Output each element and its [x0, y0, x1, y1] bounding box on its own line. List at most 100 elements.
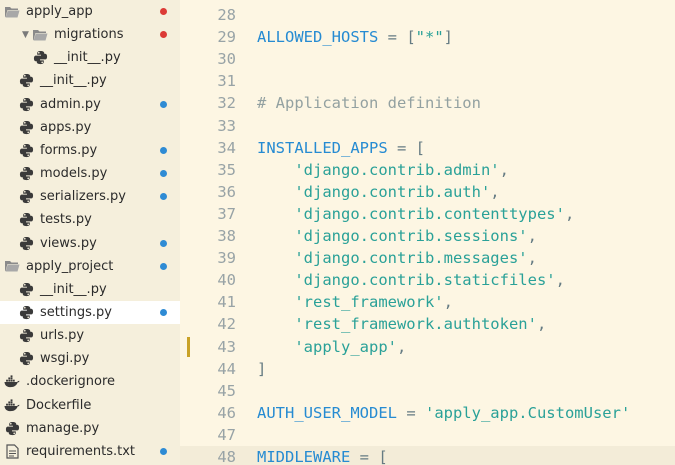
- file-tree-item[interactable]: apps.py: [0, 116, 180, 139]
- file-tree-item[interactable]: ▼ migrations: [0, 23, 180, 46]
- line-number: 40: [217, 271, 236, 290]
- code-line[interactable]: 34 INSTALLED_APPS = [: [180, 137, 675, 159]
- file-tree-item-label: urls.py: [40, 328, 85, 344]
- code-token: 'rest_framework.authtoken': [294, 315, 537, 334]
- code-line[interactable]: 37 'django.contrib.contenttypes',: [180, 203, 675, 225]
- file-tree-item[interactable]: requirements.txt: [0, 440, 180, 463]
- unsaved-changes-dot-icon: [160, 8, 167, 15]
- code-line[interactable]: 40 'django.contrib.staticfiles',: [180, 269, 675, 291]
- file-tree-item[interactable]: forms.py: [0, 139, 180, 162]
- code-token: 'apply_app': [294, 337, 397, 356]
- line-number: 29: [217, 28, 236, 47]
- file-tree-item-label: requirements.txt: [26, 443, 136, 459]
- file-tree-item[interactable]: tests.py: [0, 208, 180, 231]
- code-line[interactable]: 31: [180, 70, 675, 92]
- code-token: = [: [378, 28, 416, 47]
- python-file-icon: [18, 281, 34, 297]
- code-line[interactable]: 46 AUTH_USER_MODEL = 'apply_app.CustomUse…: [180, 402, 675, 424]
- code-text: # Application definition: [257, 94, 481, 112]
- code-token: 'django.contrib.auth': [294, 182, 491, 201]
- code-token: = [: [350, 448, 388, 465]
- code-line[interactable]: 36 'django.contrib.auth',: [180, 181, 675, 203]
- line-number: 28: [217, 6, 236, 24]
- file-tree-item[interactable]: __init__.py: [0, 46, 180, 69]
- code-token: INSTALLED_APPS: [257, 138, 388, 157]
- code-line[interactable]: 33: [180, 115, 675, 137]
- code-line[interactable]: 35 'django.contrib.admin',: [180, 159, 675, 181]
- file-tree-item[interactable]: settings.py: [0, 300, 180, 324]
- file-tree-item-label: tests.py: [40, 212, 92, 228]
- code-line[interactable]: 28: [180, 4, 675, 26]
- file-tree-item[interactable]: .dockerignore: [0, 370, 180, 393]
- line-number: 30: [217, 50, 236, 69]
- file-tree-item[interactable]: apply_app: [0, 0, 180, 23]
- code-line[interactable]: 48 MIDDLEWARE = [: [180, 446, 675, 465]
- code-editor[interactable]: 28 29 ALLOWED_HOSTS = ["*"] 30 31 32 # Applica…: [180, 0, 675, 465]
- file-tree-item-label: __init__.py: [40, 281, 107, 297]
- code-line[interactable]: 30: [180, 48, 675, 70]
- code-line[interactable]: 47: [180, 424, 675, 446]
- file-tree-item[interactable]: __init__.py: [0, 278, 180, 301]
- code-line[interactable]: 44]: [180, 358, 675, 380]
- code-line[interactable]: 43 'apply_app',: [180, 336, 675, 358]
- code-token: ,: [527, 249, 537, 268]
- file-tree-item[interactable]: manage.py: [0, 417, 180, 440]
- line-number: 47: [217, 425, 236, 444]
- file-tree-item-label: apps.py: [40, 119, 92, 135]
- line-number: 45: [217, 381, 236, 400]
- line-number: 42: [217, 315, 236, 334]
- file-tree-item-label: migrations: [54, 27, 124, 43]
- expand-arrow-icon[interactable]: ▼: [22, 30, 32, 40]
- code-text: INSTALLED_APPS = [: [257, 139, 425, 157]
- code-line[interactable]: 45: [180, 380, 675, 402]
- python-file-icon: [18, 73, 34, 89]
- python-file-icon: [18, 189, 34, 205]
- code-token: ]: [443, 28, 453, 47]
- code-line[interactable]: 42 'rest_framework.authtoken',: [180, 313, 675, 335]
- line-number: 48: [217, 448, 236, 465]
- file-tree-item-label: apply_app: [26, 4, 93, 19]
- file-tree-item[interactable]: wsgi.py: [0, 347, 180, 370]
- file-tree-sidebar[interactable]: apply_app ▼ migrations __init__.py __init__.…: [0, 0, 181, 465]
- file-tree-item[interactable]: serializers.py: [0, 185, 180, 208]
- line-number: 38: [217, 227, 236, 245]
- file-tree-item[interactable]: Dockerfile: [0, 394, 180, 417]
- file-tree-item-label: Dockerfile: [26, 397, 92, 413]
- file-tree-item[interactable]: views.py: [0, 232, 180, 255]
- python-file-icon: [18, 304, 34, 320]
- file-tree-item[interactable]: models.py: [0, 162, 180, 185]
- file-tree-item[interactable]: __init__.py: [0, 69, 180, 92]
- modified-dot-icon: [160, 146, 167, 154]
- code-token: 'apply_app.CustomUser': [424, 403, 631, 422]
- file-tree-item[interactable]: admin.py: [0, 93, 180, 116]
- code-text: 'django.contrib.messages',: [257, 249, 537, 267]
- python-file-icon: [18, 235, 34, 251]
- code-token: ,: [555, 271, 565, 290]
- code-text: 'django.contrib.admin',: [257, 161, 509, 179]
- code-line[interactable]: 39 'django.contrib.messages',: [180, 247, 675, 269]
- code-token: 'django.contrib.contenttypes': [294, 204, 565, 223]
- file-tree-item[interactable]: apply_project: [0, 255, 180, 278]
- line-number: 39: [217, 249, 236, 268]
- code-text: ALLOWED_HOSTS = ["*"]: [257, 28, 453, 46]
- modified-dot-icon: [160, 308, 167, 316]
- modified-line-marker: [187, 336, 190, 357]
- file-tree-item-label: manage.py: [26, 420, 100, 436]
- code-token: MIDDLEWARE: [257, 448, 351, 465]
- code-line[interactable]: 29 ALLOWED_HOSTS = ["*"]: [180, 26, 675, 48]
- code-token: ,: [536, 315, 547, 334]
- code-token: ,: [527, 227, 537, 245]
- code-text: ]: [257, 360, 266, 378]
- line-number: 31: [217, 72, 236, 91]
- code-line[interactable]: 38 'django.contrib.sessions',: [180, 225, 675, 247]
- file-tree-item-label: __init__.py: [40, 73, 107, 89]
- code-line[interactable]: 32 # Application definition: [180, 92, 675, 114]
- code-token: 'django.contrib.sessions': [294, 227, 528, 245]
- code-line[interactable]: 41 'rest_framework',: [180, 291, 675, 313]
- file-tree-item[interactable]: urls.py: [0, 324, 180, 347]
- file-tree-item-label: __init__.py: [54, 50, 121, 66]
